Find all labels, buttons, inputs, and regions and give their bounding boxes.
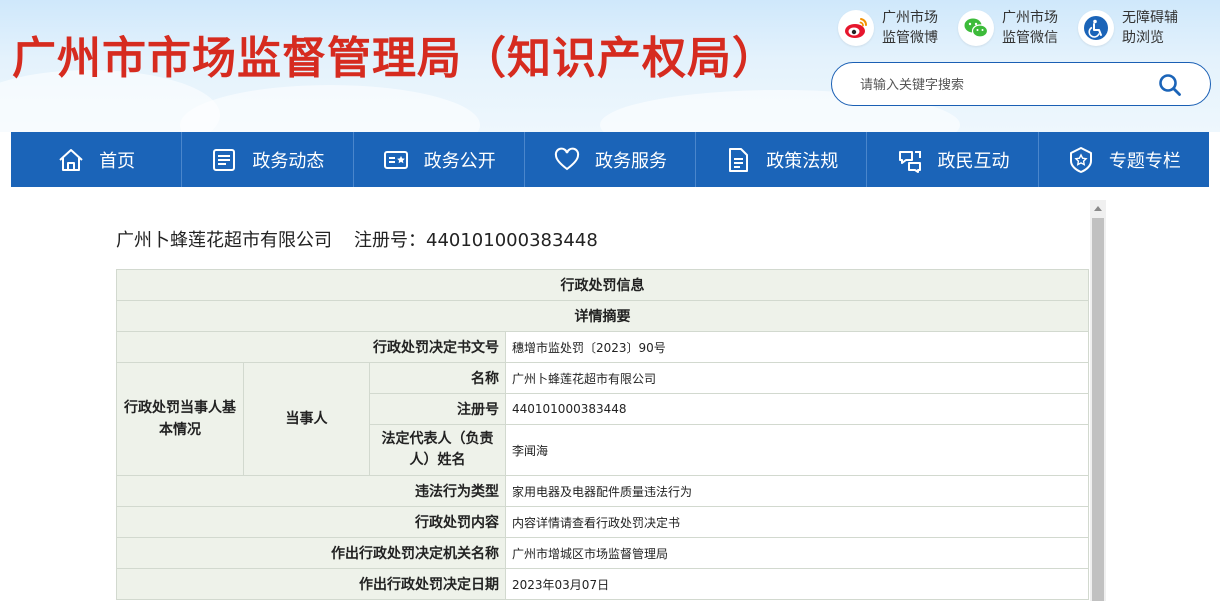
nav-item-label: 政务服务	[594, 150, 667, 172]
scroll-up-icon[interactable]	[1094, 206, 1102, 211]
site-header: 广州市市场监督管理局（知识产权局） 广州市场监管微博 广州市场监管微信 无障碍辅…	[0, 0, 1220, 132]
company-heading: 广州卜蜂莲花超市有限公司 注册号：440101000383448	[116, 226, 598, 252]
decision-no-value: 穗增市监处罚〔2023〕90号	[505, 331, 1089, 363]
nav-item-policy[interactable]: 政策法规	[696, 132, 868, 187]
main-nav: 首页 政务动态 政务公开 政务服务 政策法规 政民互动 专题专栏	[11, 132, 1209, 187]
search-icon[interactable]	[1158, 73, 1182, 97]
table-row: 违法行为类型 家用电器及电器配件质量违法行为	[116, 475, 1089, 507]
scrollbar-thumb[interactable]	[1092, 218, 1104, 601]
weibo-label: 广州市场监管微博	[882, 10, 938, 46]
party-sub-label: 当事人	[243, 362, 370, 476]
weibo-link[interactable]: 广州市场监管微博	[838, 8, 946, 48]
party-group-label: 行政处罚当事人基本情况	[116, 362, 244, 476]
wechat-icon	[958, 10, 994, 46]
weibo-icon	[838, 10, 874, 46]
decision-date-value: 2023年03月07日	[505, 568, 1089, 600]
party-rep-label: 法定代表人（负责人）姓名	[369, 424, 506, 476]
search-input[interactable]	[860, 74, 1140, 96]
party-name-value: 广州卜蜂莲花超市有限公司	[505, 362, 1089, 394]
nav-item-special[interactable]: 专题专栏	[1039, 132, 1209, 187]
content-area: 广州卜蜂莲花超市有限公司 注册号：440101000383448 行政处罚信息 详…	[107, 200, 1106, 601]
heart-icon	[553, 146, 581, 174]
section-title: 行政处罚信息	[116, 269, 1089, 301]
nav-item-label: 专题专栏	[1108, 150, 1181, 172]
wechat-label: 广州市场监管微信	[1002, 10, 1058, 46]
accessibility-icon	[1078, 10, 1114, 46]
penalty-content-label: 行政处罚内容	[116, 506, 506, 538]
table-row: 行政处罚当事人基本情况 当事人 名称 广州卜蜂莲花超市有限公司	[116, 362, 1089, 476]
penalty-content-value: 内容详情请查看行政处罚决定书	[505, 506, 1089, 538]
nav-item-interaction[interactable]: 政民互动	[867, 132, 1039, 187]
decision-date-label: 作出行政处罚决定日期	[116, 568, 506, 600]
nav-item-label: 政务动态	[252, 150, 325, 172]
news-icon	[210, 146, 238, 174]
party-rep-value: 李闻海	[505, 424, 1089, 476]
party-reg-value: 440101000383448	[505, 393, 1089, 425]
company-reg-no: 注册号：440101000383448	[354, 230, 598, 251]
nav-item-service[interactable]: 政务服务	[525, 132, 697, 187]
accessibility-link[interactable]: 无障碍辅助浏览	[1078, 8, 1186, 48]
site-title[interactable]: 广州市市场监督管理局（知识产权局）	[12, 22, 777, 86]
star-badge-icon	[1067, 146, 1095, 174]
company-name: 广州卜蜂莲花超市有限公司	[116, 230, 332, 251]
table-row: 行政处罚信息	[116, 269, 1089, 301]
table-row: 行政处罚决定书文号 穗增市监处罚〔2023〕90号	[116, 331, 1089, 363]
nav-item-news[interactable]: 政务动态	[182, 132, 354, 187]
public-card-icon	[382, 146, 410, 174]
nav-item-label: 政民互动	[937, 150, 1010, 172]
nav-item-label: 政务公开	[423, 150, 496, 172]
interaction-icon	[896, 146, 924, 174]
authority-label: 作出行政处罚决定机关名称	[116, 537, 506, 569]
penalty-info-table: 行政处罚信息 详情摘要 行政处罚决定书文号 穗增市监处罚〔2023〕90号 行政…	[116, 269, 1089, 600]
table-row: 详情摘要	[116, 300, 1089, 332]
subsection-title: 详情摘要	[116, 300, 1089, 332]
nav-item-home[interactable]: 首页	[11, 132, 183, 187]
decision-no-label: 行政处罚决定书文号	[116, 331, 506, 363]
violation-type-label: 违法行为类型	[116, 475, 506, 507]
table-row: 作出行政处罚决定机关名称 广州市增城区市场监督管理局	[116, 537, 1089, 569]
header-cloud	[180, 85, 480, 132]
party-reg-label: 注册号	[369, 393, 506, 425]
search-box	[831, 62, 1211, 106]
violation-type-value: 家用电器及电器配件质量违法行为	[505, 475, 1089, 507]
nav-item-label: 政策法规	[766, 150, 839, 172]
nav-item-label: 首页	[99, 150, 136, 172]
document-icon	[724, 146, 752, 174]
accessibility-label: 无障碍辅助浏览	[1122, 10, 1178, 46]
vertical-scrollbar[interactable]	[1090, 200, 1106, 601]
home-icon	[57, 146, 85, 174]
nav-item-public[interactable]: 政务公开	[354, 132, 525, 187]
table-row: 行政处罚内容 内容详情请查看行政处罚决定书	[116, 506, 1089, 538]
table-row: 作出行政处罚决定日期 2023年03月07日	[116, 568, 1089, 600]
authority-value: 广州市增城区市场监督管理局	[505, 537, 1089, 569]
wechat-link[interactable]: 广州市场监管微信	[958, 8, 1066, 48]
party-name-label: 名称	[369, 362, 506, 394]
